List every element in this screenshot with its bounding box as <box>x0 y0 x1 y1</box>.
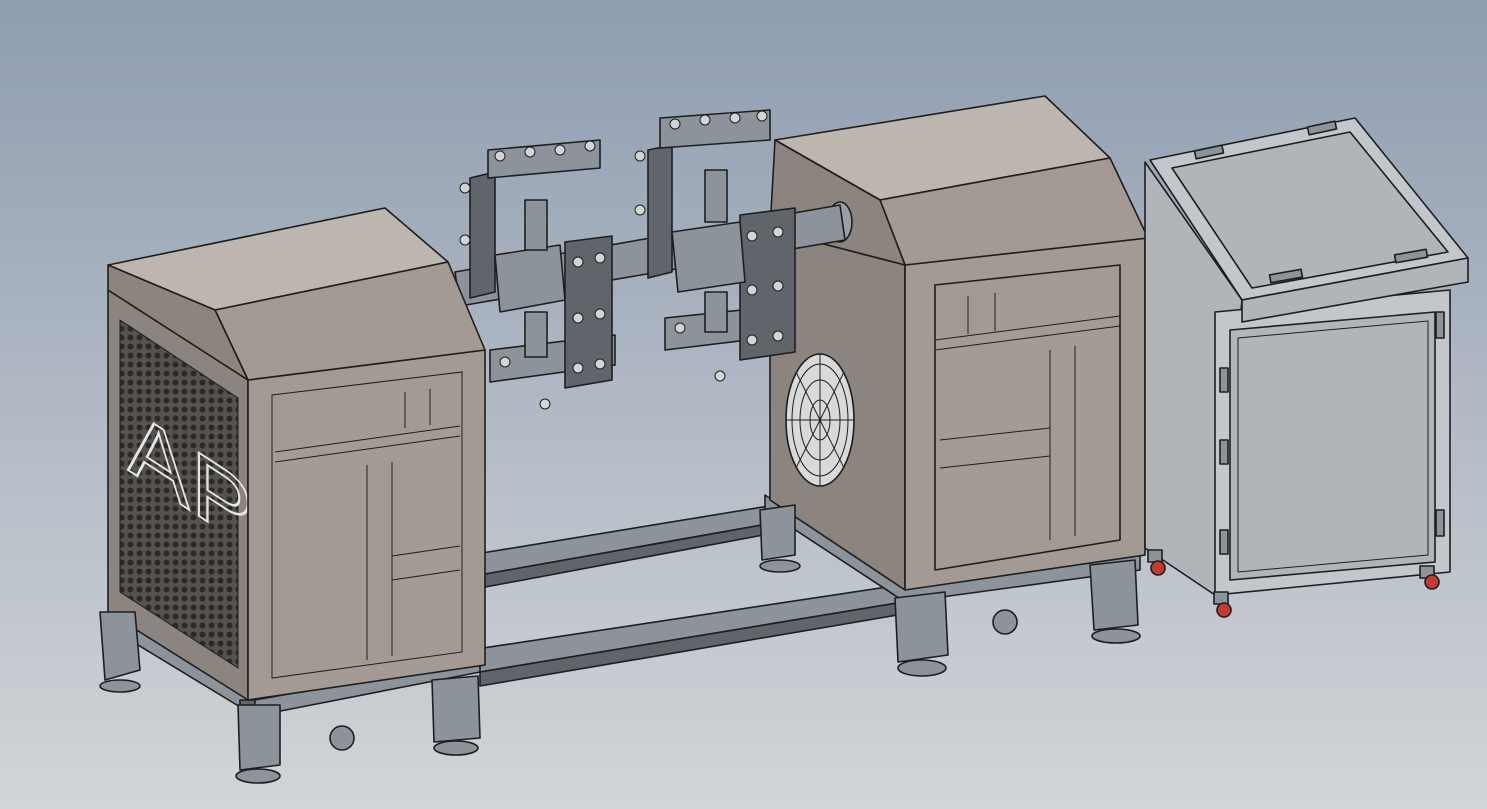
cad-assembly-drawing: APT <box>0 0 1487 809</box>
cooling-fan-icon <box>785 353 855 487</box>
left-motor-unit: APT <box>107 207 486 701</box>
cad-viewport[interactable]: APT <box>0 0 1487 809</box>
right-motor-unit <box>769 95 1149 591</box>
